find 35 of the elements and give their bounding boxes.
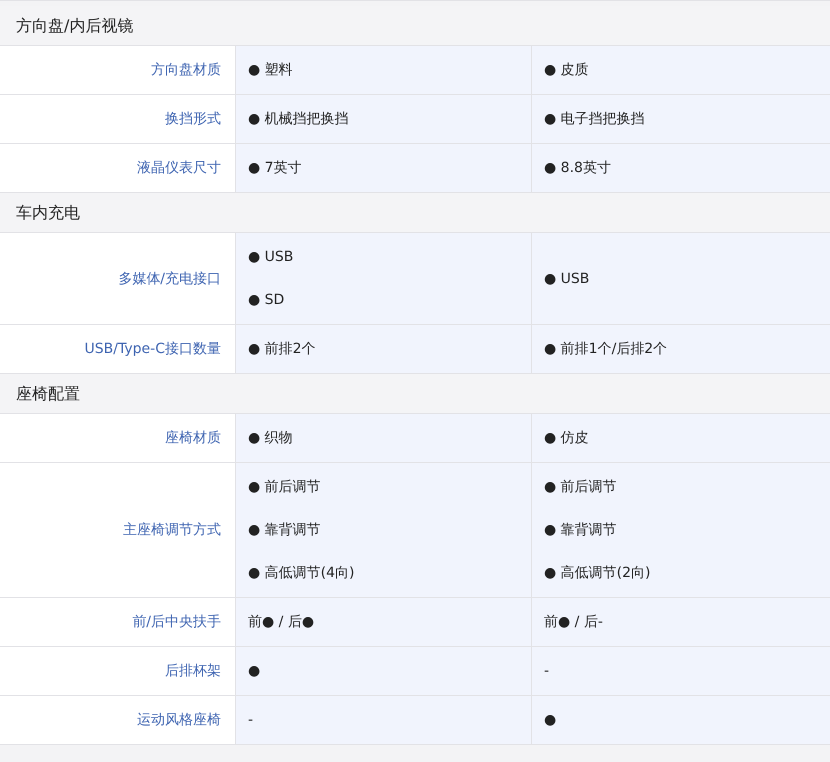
cell-value: 前● / 后●: [248, 613, 316, 632]
row-label: 前/后中央扶手: [0, 598, 236, 646]
cell-value: ● 电子挡把换挡: [544, 110, 646, 129]
row-label: 后排杯架: [0, 647, 236, 695]
cell-value: ●: [248, 662, 262, 681]
row-label: 液晶仪表尺寸: [0, 144, 236, 192]
row-label: 主座椅调节方式: [0, 463, 236, 597]
cell-value: ● USB: [248, 248, 294, 267]
row-label: 方向盘材质: [0, 46, 236, 94]
cell-value: ● 8.8英寸: [544, 159, 612, 178]
cell-value: ● 机械挡把换挡: [248, 110, 350, 129]
cell-value: ● USB: [544, 270, 590, 288]
cell-value: ● 靠背调节: [248, 521, 322, 540]
cell-value: ● 高低调节(2向): [544, 564, 652, 583]
row-label: 座椅材质: [0, 414, 236, 462]
cell-value: ● 前排1个/后排2个: [544, 340, 668, 359]
cell-value: ● 织物: [248, 429, 294, 448]
cell-value: ● 靠背调节: [544, 521, 618, 540]
cell-value: ● 高低调节(4向): [248, 564, 356, 583]
cell-value: ● 前排2个: [248, 340, 317, 359]
row-label: 运动风格座椅: [0, 696, 236, 744]
cell-value: 前● / 后-: [544, 613, 604, 632]
cell-value: ● 前后调节: [544, 478, 618, 497]
cell-value: ●: [544, 711, 558, 730]
cell-value: ● SD: [248, 291, 286, 310]
row-label: 多媒体/充电接口: [0, 233, 236, 324]
cell-value: -: [248, 711, 254, 730]
cell-value: ● 7英寸: [248, 159, 303, 178]
cell-value: ● 皮质: [544, 61, 590, 80]
cell-value: -: [544, 662, 550, 681]
row-label: USB/Type-C接口数量: [0, 325, 236, 373]
cell-value: ● 前后调节: [248, 478, 322, 497]
cell-value: ● 塑料: [248, 61, 294, 80]
row-label: 换挡形式: [0, 95, 236, 143]
cell-value: ● 仿皮: [544, 429, 590, 448]
